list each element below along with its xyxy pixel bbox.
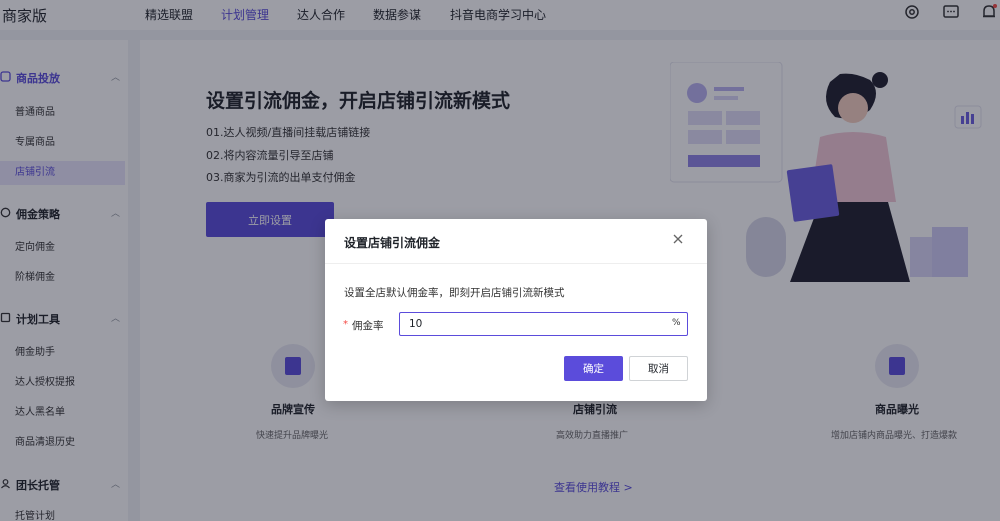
close-icon[interactable] xyxy=(671,232,685,246)
modal-description: 设置全店默认佣金率，即刻开启店铺引流新模式 xyxy=(344,287,565,299)
percent-suffix: % xyxy=(672,318,681,328)
modal-divider xyxy=(325,263,707,264)
commission-modal: 设置店铺引流佣金 设置全店默认佣金率，即刻开启店铺引流新模式 * 佣金率 % 确… xyxy=(325,219,707,401)
commission-rate-label: 佣金率 xyxy=(352,320,384,332)
modal-title: 设置店铺引流佣金 xyxy=(344,236,441,250)
required-mark: * xyxy=(343,319,348,330)
commission-rate-input[interactable] xyxy=(399,312,688,336)
cancel-button[interactable]: 取消 xyxy=(629,356,688,381)
confirm-button[interactable]: 确定 xyxy=(564,356,623,381)
